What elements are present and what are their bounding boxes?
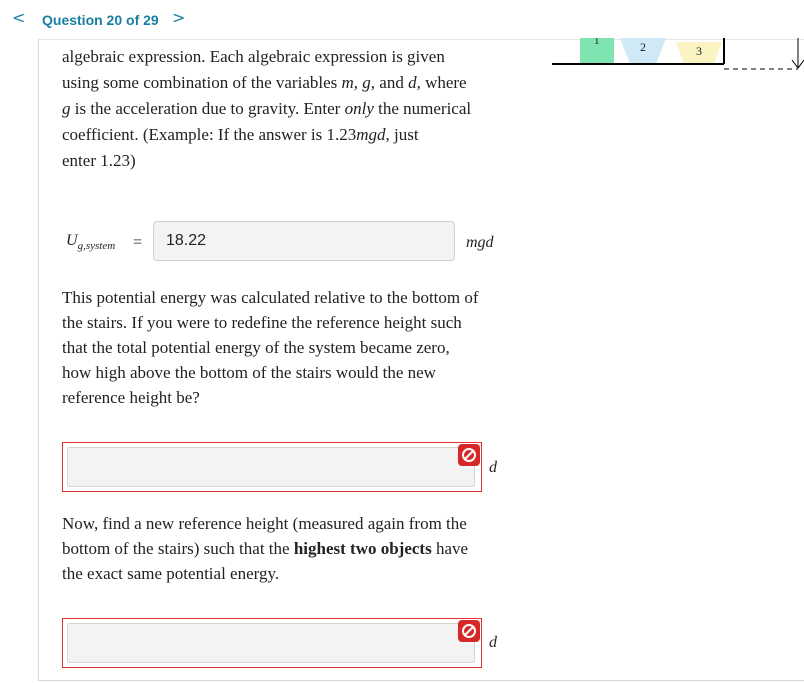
intro-line-1: algebraic expression. Each algebraic exp…: [62, 47, 445, 66]
q2-line-4: how high above the bottom of the stairs …: [62, 363, 436, 382]
diagram-label-2: 2: [640, 40, 646, 54]
zero-reference-input[interactable]: [67, 447, 475, 487]
unit-d: d: [489, 459, 497, 476]
intro-line-4: coefficient. (Example: If the answer is …: [62, 125, 419, 144]
unit-mgd: mgd: [466, 234, 494, 251]
q2-line-5: reference height be?: [62, 388, 200, 407]
q2-line-2: the stairs. If you were to redefine the …: [62, 313, 462, 332]
intro-paragraph: algebraic expression. Each algebraic exp…: [62, 44, 512, 174]
equal-energy-input[interactable]: [67, 623, 475, 663]
diagram-label-3: 3: [696, 44, 702, 58]
equal-energy-answer-box: [62, 618, 482, 668]
previous-question-arrow[interactable]: <: [12, 8, 25, 27]
next-question-arrow[interactable]: >: [172, 8, 185, 27]
question-3-paragraph: Now, find a new reference height (measur…: [62, 511, 512, 586]
question-counter[interactable]: Question 20 of 29: [42, 12, 159, 28]
potential-energy-label: Ug,system: [66, 232, 116, 253]
intro-line-5: enter 1.23): [62, 151, 136, 170]
question-nav-bar: < Question 20 of 29 >: [0, 0, 804, 40]
q3-line-3: the exact same potential energy.: [62, 564, 280, 583]
potential-energy-input[interactable]: 18.22: [153, 221, 455, 261]
diagram-label-1: 1: [594, 38, 600, 47]
q2-line-1: This potential energy was calculated rel…: [62, 288, 479, 307]
intro-line-2: using some combination of the variables …: [62, 73, 467, 92]
question-2-paragraph: This potential energy was calculated rel…: [62, 285, 512, 410]
q3-line-1: Now, find a new reference height (measur…: [62, 514, 467, 533]
q2-line-3: that the total potential energy of the s…: [62, 338, 450, 357]
stairs-diagram: 1 2 3: [552, 38, 804, 70]
incorrect-icon: [458, 444, 480, 466]
intro-line-3: g is the acceleration due to gravity. En…: [62, 99, 472, 118]
q3-line-2: bottom of the stairs) such that the high…: [62, 539, 469, 558]
equals-sign: =: [133, 234, 143, 251]
zero-reference-answer-box: [62, 442, 482, 492]
incorrect-icon: [458, 620, 480, 642]
unit-d: d: [489, 634, 497, 651]
